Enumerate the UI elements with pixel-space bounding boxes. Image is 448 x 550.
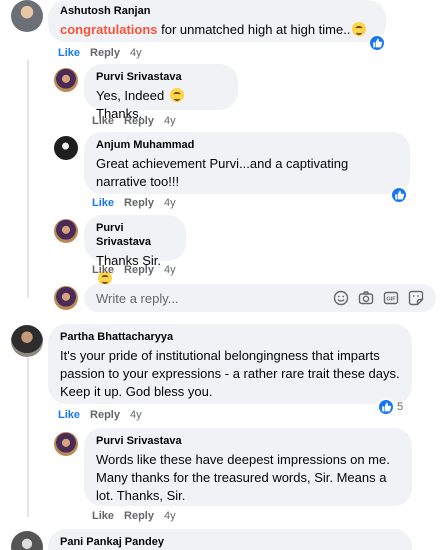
comment-bubble: Pani Pankaj Pandey: [48, 529, 412, 550]
reply-placeholder[interactable]: Write a reply...: [96, 291, 333, 306]
reply-button[interactable]: Reply: [124, 115, 154, 127]
smiling-face-emoji-icon: [352, 22, 367, 36]
reply-button[interactable]: Reply: [124, 264, 154, 276]
like-button[interactable]: Like: [92, 115, 114, 127]
reaction-count: 5: [397, 401, 404, 413]
comment-bubble: Ashutosh Ranjan congratulations for unma…: [48, 0, 386, 42]
avatar[interactable]: [54, 68, 78, 92]
comment-thread: Ashutosh Ranjan congratulations for unma…: [0, 0, 448, 550]
comment-author[interactable]: Purvi Srivastava: [96, 221, 174, 249]
comment-actions: Like Reply 4y: [58, 408, 142, 422]
like-button[interactable]: Like: [92, 510, 114, 522]
reply-button[interactable]: Reply: [124, 510, 154, 522]
thread-connector: [27, 357, 29, 517]
comment-actions: Like Reply 4y: [92, 196, 176, 210]
like-button[interactable]: Like: [58, 409, 80, 421]
comment-actions: Like Reply 4y: [92, 509, 176, 523]
reply-input[interactable]: Write a reply... GIF: [84, 284, 436, 312]
comment-author[interactable]: Purvi Srivastava: [96, 434, 400, 448]
avatar[interactable]: [54, 136, 78, 160]
comment-time[interactable]: 4y: [164, 510, 176, 522]
comment-bubble: Purvi Srivastava Thanks Sir.: [84, 215, 186, 285]
comment-actions: Like Reply 4y: [92, 114, 176, 128]
avatar[interactable]: [11, 325, 43, 357]
comment-author[interactable]: Partha Bhattacharyya: [60, 330, 400, 344]
comment-text-rest: for unmatched high at high time..: [157, 22, 351, 37]
avatar[interactable]: [11, 531, 43, 550]
like-reaction-icon[interactable]: [390, 186, 408, 204]
current-user-avatar: [54, 286, 78, 310]
reaction-summary[interactable]: 5: [377, 398, 403, 416]
comment-time[interactable]: 4y: [164, 264, 176, 276]
thread-connector: [27, 60, 29, 298]
comment-actions: Like Reply 4y: [92, 263, 176, 277]
avatar[interactable]: [54, 432, 78, 456]
comment-bubble: Partha Bhattacharyya It's your pride of …: [48, 324, 412, 404]
like-reaction-icon[interactable]: [368, 34, 386, 52]
comment-time[interactable]: 4y: [130, 409, 142, 421]
comment-highlight[interactable]: congratulations: [60, 22, 158, 37]
comment-text: congratulations for unmatched high at hi…: [60, 21, 374, 39]
avatar[interactable]: [11, 0, 43, 32]
like-button[interactable]: Like: [92, 264, 114, 276]
comment-bubble: Anjum Muhammad Great achievement Purvi..…: [84, 132, 410, 194]
comment-author[interactable]: Anjum Muhammad: [96, 138, 398, 152]
comment-author[interactable]: Pani Pankaj Pandey: [60, 535, 400, 549]
emoji-icon[interactable]: [333, 290, 349, 306]
comment-time[interactable]: 4y: [130, 47, 142, 59]
comment-bubble: Purvi Srivastava Yes, Indeed Thanks.: [84, 64, 238, 121]
like-button[interactable]: Like: [58, 47, 80, 59]
like-reaction-icon: [377, 398, 395, 416]
svg-text:GIF: GIF: [386, 297, 396, 303]
comment-time[interactable]: 4y: [164, 115, 176, 127]
like-button[interactable]: Like: [92, 197, 114, 209]
comment-text: Great achievement Purvi...and a captivat…: [96, 156, 349, 189]
reply-button[interactable]: Reply: [124, 197, 154, 209]
reply-tools: GIF: [333, 290, 424, 306]
comment-author[interactable]: Ashutosh Ranjan: [60, 4, 374, 18]
comment-actions: Like Reply 4y: [58, 46, 142, 60]
avatar[interactable]: [54, 219, 78, 243]
comment-text-part: Yes, Indeed: [96, 88, 168, 103]
reply-button[interactable]: Reply: [90, 47, 120, 59]
comment-text: Words like these have deepest impression…: [96, 452, 390, 503]
gif-icon[interactable]: GIF: [383, 290, 399, 306]
smiling-face-emoji-icon: [169, 88, 184, 102]
reply-button[interactable]: Reply: [90, 409, 120, 421]
camera-icon[interactable]: [358, 290, 374, 306]
comment-time[interactable]: 4y: [164, 197, 176, 209]
comment-author[interactable]: Purvi Srivastava: [96, 70, 226, 84]
comment-text: It's your pride of institutional belongi…: [60, 348, 400, 399]
comment-bubble: Purvi Srivastava Words like these have d…: [84, 428, 412, 506]
sticker-icon[interactable]: [408, 290, 424, 306]
